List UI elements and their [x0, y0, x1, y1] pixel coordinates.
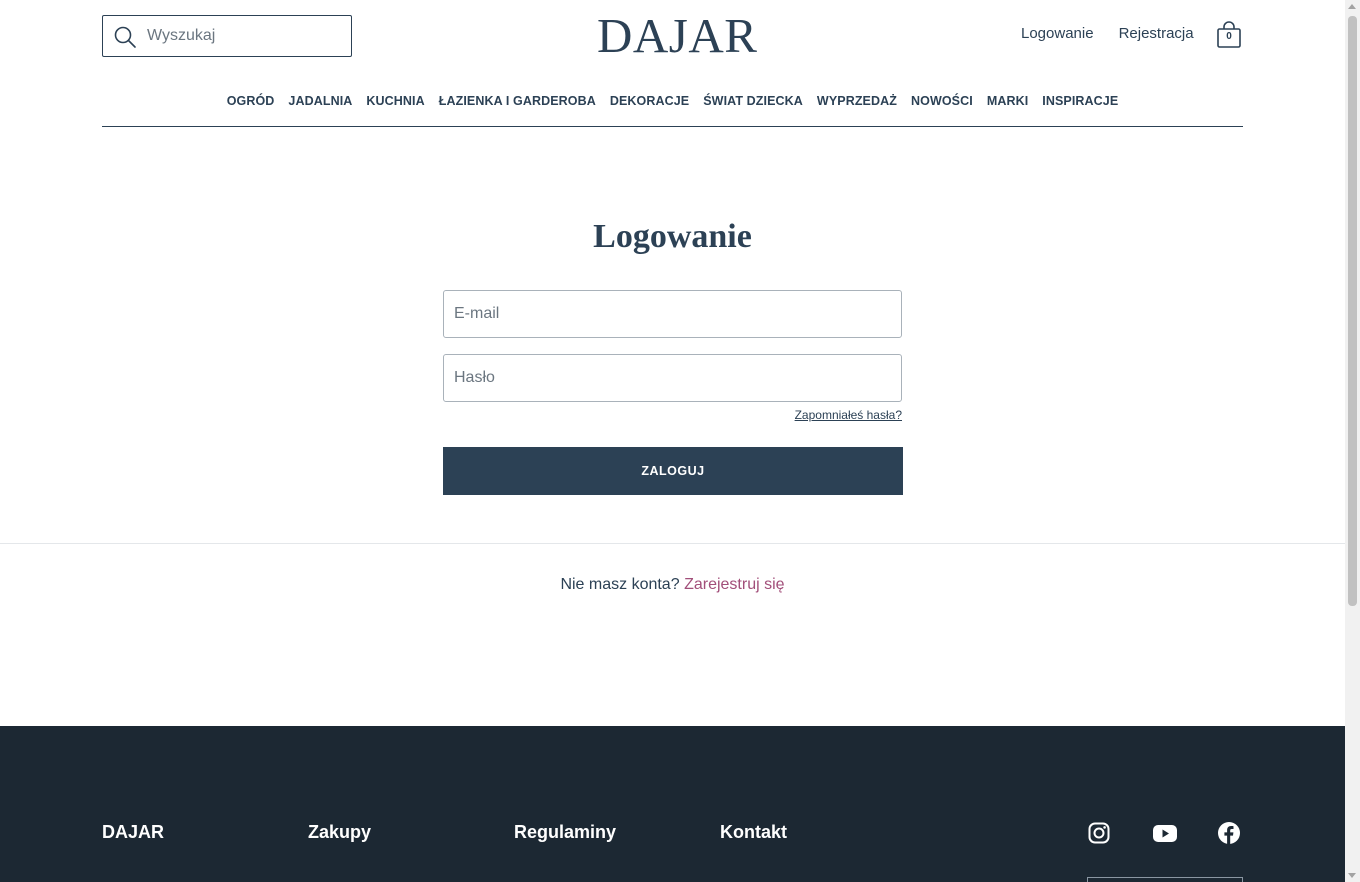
nav-item-inspiracje[interactable]: INSPIRACJE: [1042, 94, 1118, 108]
forgot-password-link[interactable]: Zapomniałeś hasła?: [795, 408, 902, 422]
login-link[interactable]: Logowanie: [1021, 25, 1094, 42]
nav-item-marki[interactable]: MARKI: [987, 94, 1028, 108]
nav-item-lazienka[interactable]: ŁAZIENKA I GARDEROBA: [439, 94, 596, 108]
footer-heading-zakupy: Zakupy: [308, 822, 372, 842]
email-field[interactable]: [443, 290, 902, 338]
site-logo[interactable]: DAJAR: [597, 9, 757, 63]
footer-select-box[interactable]: [1087, 877, 1243, 882]
no-account-text: Nie masz konta?: [560, 576, 680, 593]
footer-heading-regulaminy: Regulaminy: [514, 822, 617, 842]
search-input[interactable]: [147, 22, 343, 50]
instagram-icon[interactable]: [1087, 821, 1111, 845]
footer: DAJAR Zakupy Regulaminy Kontakt: [0, 726, 1345, 882]
main-nav: OGRÓD JADALNIA KUCHNIA ŁAZIENKA I GARDER…: [0, 94, 1345, 108]
scroll-up-arrow[interactable]: [1348, 4, 1356, 9]
facebook-icon[interactable]: [1217, 821, 1241, 845]
register-link[interactable]: Rejestracja: [1119, 25, 1194, 42]
password-field[interactable]: [443, 354, 902, 402]
nav-item-nowosci[interactable]: NOWOŚCI: [911, 94, 973, 108]
nav-item-swiat-dziecka[interactable]: ŚWIAT DZIECKA: [703, 94, 803, 108]
nav-divider: [102, 126, 1243, 127]
page-title: Logowanie: [593, 218, 752, 255]
nav-item-jadalnia[interactable]: JADALNIA: [288, 94, 352, 108]
account-links: Logowanie Rejestracja: [1021, 25, 1194, 42]
register-prompt: Nie masz konta? Zarejestruj się: [0, 576, 1345, 594]
youtube-icon[interactable]: [1152, 821, 1178, 845]
scroll-down-arrow[interactable]: [1348, 873, 1356, 878]
scrollbar[interactable]: [1345, 0, 1360, 882]
nav-item-dekoracje[interactable]: DEKORACJE: [610, 94, 689, 108]
cart-button[interactable]: 0: [1216, 21, 1242, 49]
nav-item-kuchnia[interactable]: KUCHNIA: [366, 94, 424, 108]
search-box[interactable]: [102, 15, 352, 57]
cart-count: 0: [1226, 31, 1232, 42]
register-cta-link[interactable]: Zarejestruj się: [684, 576, 784, 593]
page: DAJAR Logowanie Rejestracja 0 OGRÓD JADA…: [0, 0, 1345, 882]
footer-heading-kontakt: Kontakt: [720, 822, 787, 842]
search-icon[interactable]: [113, 25, 137, 49]
login-button[interactable]: ZALOGUJ: [443, 447, 903, 495]
footer-heading-dajar: DAJAR: [102, 822, 165, 842]
scroll-thumb[interactable]: [1348, 16, 1357, 606]
section-divider: [0, 543, 1345, 544]
nav-item-wyprzedaz[interactable]: WYPRZEDAŻ: [817, 94, 897, 108]
nav-item-ogrod[interactable]: OGRÓD: [227, 94, 275, 108]
